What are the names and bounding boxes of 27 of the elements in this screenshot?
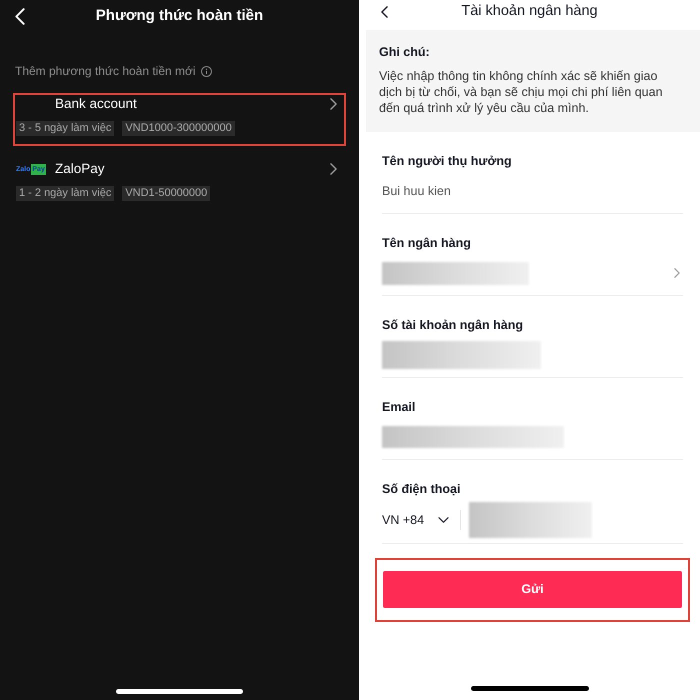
section-label: Thêm phương thức hoàn tiền mới — [15, 63, 196, 79]
note-text: Việc nhập thông tin không chính xác sẽ khiến giao dịch bị từ chối, và bạn sẽ chịu mọi chi phí liên quan đến quá trình xử lý yêu cầu của mình. — [379, 68, 664, 116]
note-heading: Ghi chú: — [379, 45, 431, 60]
method-name: Bank account — [55, 94, 137, 113]
method-name: ZaloPay — [55, 160, 105, 178]
screen-title: Phương thức hoàn tiền — [94, 6, 264, 26]
chevron-left-icon — [381, 6, 388, 18]
chevron-right-icon — [330, 163, 337, 175]
country-code-dropdown[interactable]: VN +84 — [382, 510, 450, 530]
field-label: Tên ngân hàng — [382, 236, 472, 251]
field-label: Tên người thụ hưởng — [382, 154, 513, 169]
chevron-down-icon — [438, 517, 450, 523]
method-tag: VND1-50000000 — [122, 186, 210, 201]
method-tag: VND1000-300000000 — [122, 121, 235, 136]
field-label: Email — [382, 400, 416, 415]
screen-title: Tài khoản ngân hàng — [460, 2, 599, 22]
chevron-right-icon — [674, 268, 680, 278]
chevron-left-icon — [15, 8, 25, 24]
submit-button[interactable]: Gửi — [383, 571, 682, 608]
field-label: Số tài khoản ngân hàng — [382, 318, 524, 333]
chevron-right-icon — [330, 98, 337, 110]
info-icon — [200, 66, 212, 76]
method-tag: 3 - 5 ngày làm việc — [16, 121, 114, 136]
method-tag: 1 - 2 ngày làm việc — [16, 186, 114, 201]
payment-method-item[interactable]: Bank account 3 - 5 ngày làm việc VND1000-300000000 — [13, 93, 346, 146]
text-input-field[interactable]: Bui huu kien — [382, 176, 683, 206]
field-label: Số điện thoại — [382, 482, 462, 497]
